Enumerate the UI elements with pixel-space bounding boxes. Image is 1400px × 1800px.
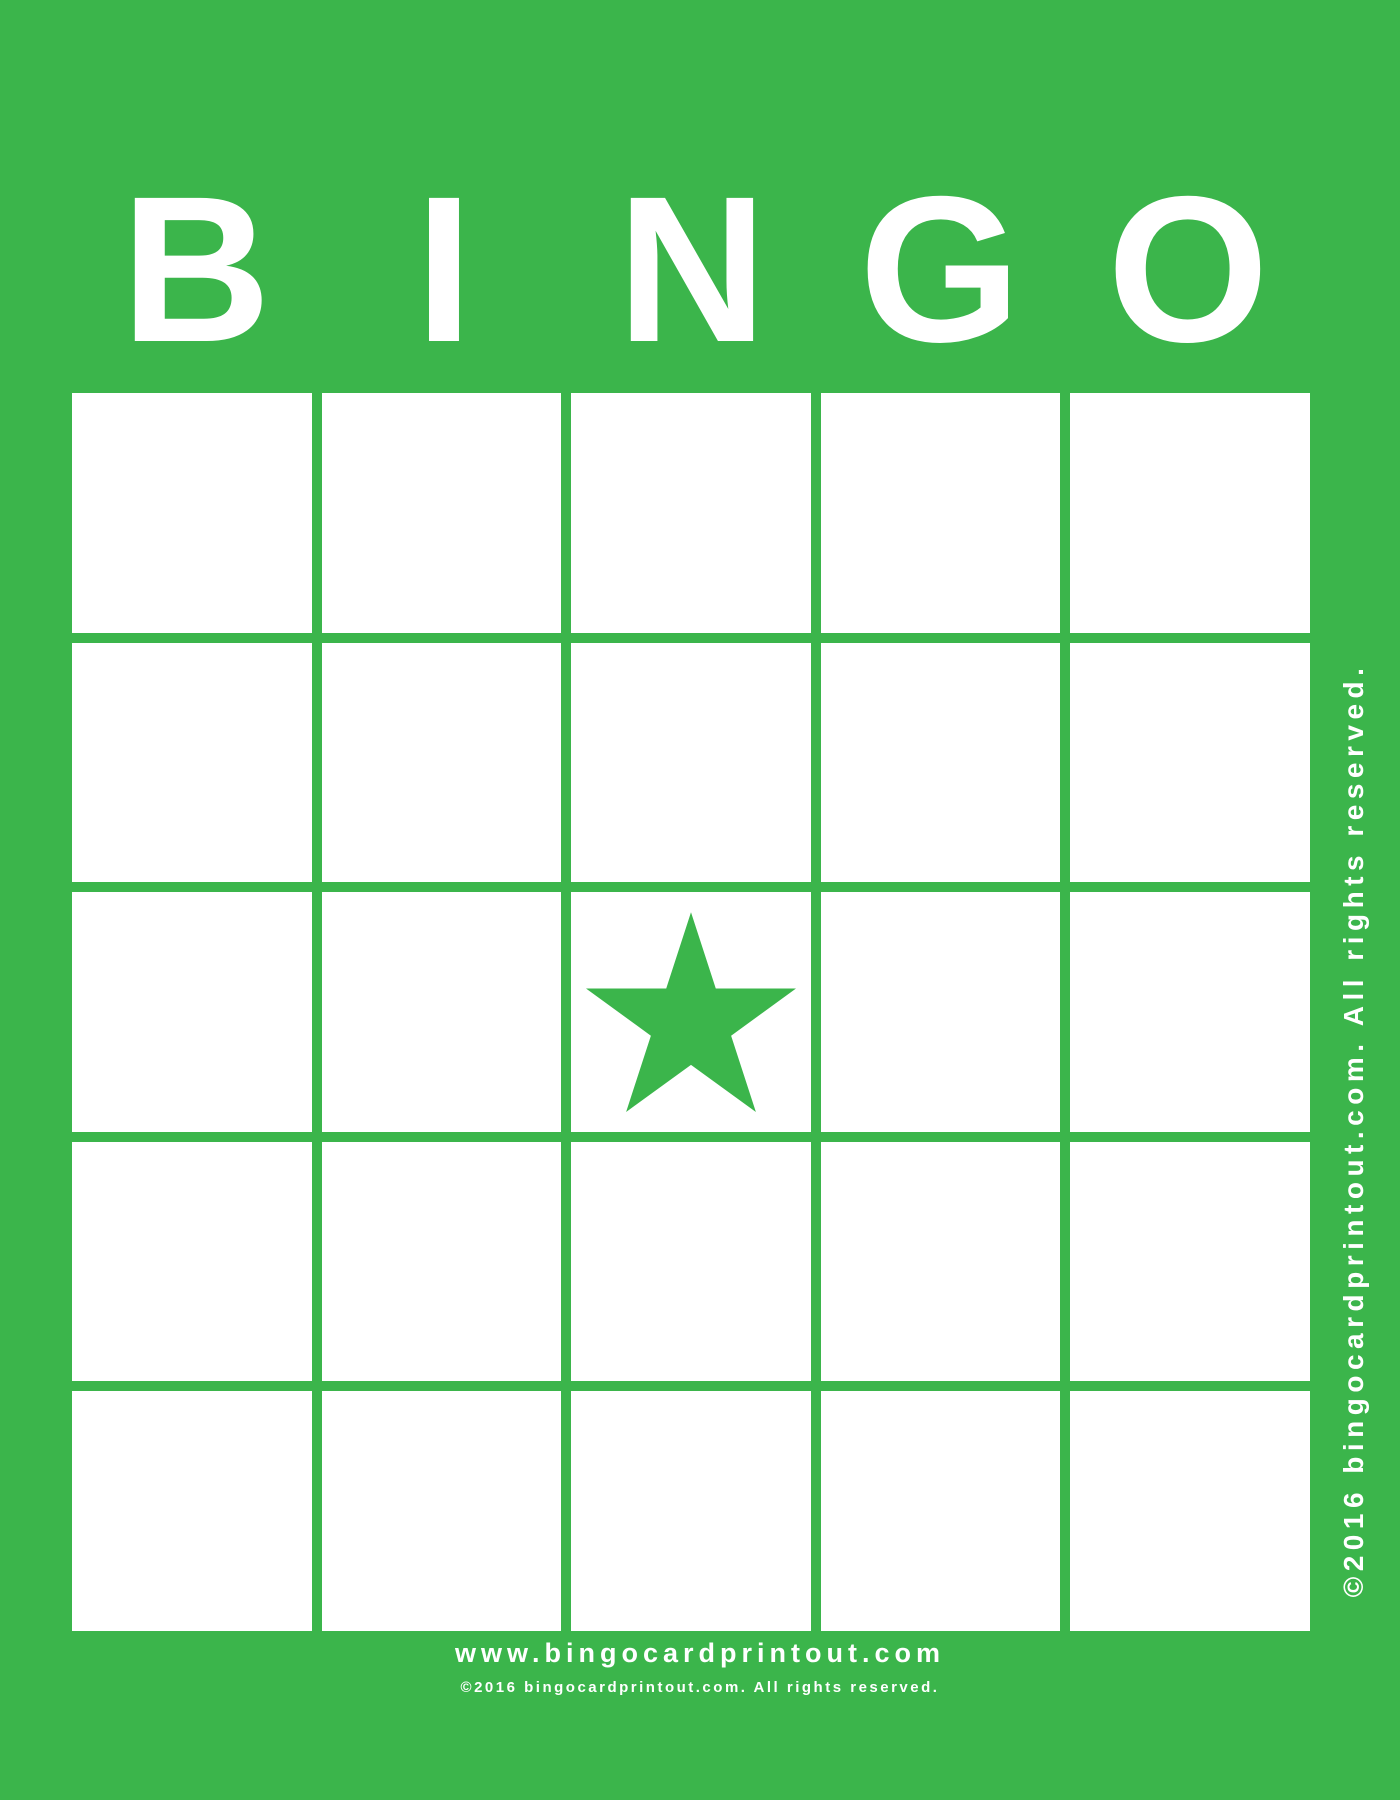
bingo-cell-r2-c3 — [571, 642, 811, 883]
bingo-cell-r5-c3 — [571, 1391, 811, 1631]
bingo-title: B I N G O — [72, 154, 1310, 386]
bingo-cell-r2-c2 — [321, 642, 562, 883]
bingo-cell-r2-c1 — [72, 642, 312, 883]
bingo-grid — [72, 393, 1310, 1631]
footer-url: www.bingocardprintout.com — [455, 1638, 945, 1668]
bingo-cell-r3-c5 — [1070, 892, 1310, 1132]
star-icon — [585, 912, 796, 1112]
bingo-cell-r4-c2 — [321, 1141, 562, 1382]
footer-copyright: ©2016 bingocardprintout.com. All rights … — [460, 1679, 940, 1696]
bingo-cell-free-space — [571, 892, 811, 1132]
bingo-cell-r3-c4 — [820, 892, 1061, 1132]
bingo-cell-r4-c4 — [820, 1141, 1061, 1382]
bingo-cell-r1-c4 — [820, 393, 1061, 633]
bingo-cell-r1-c1 — [72, 393, 312, 633]
side-copyright: ©2016 bingocardprintout.com. All rights … — [1338, 662, 1369, 1598]
title-letter-n: N — [616, 154, 768, 386]
bingo-cell-r4-c3 — [571, 1141, 811, 1382]
bingo-cell-r1-c3 — [571, 393, 811, 633]
bingo-cell-r2-c4 — [820, 642, 1061, 883]
title-letter-b: B — [120, 154, 272, 386]
bingo-cell-r1-c5 — [1070, 393, 1310, 633]
title-letter-g: G — [859, 154, 1021, 386]
bingo-cell-r4-c5 — [1070, 1141, 1310, 1382]
bingo-cell-r3-c2 — [321, 892, 562, 1132]
bingo-cell-r5-c1 — [72, 1391, 312, 1631]
title-letter-o: O — [1107, 154, 1269, 386]
bingo-cell-r2-c5 — [1070, 642, 1310, 883]
bingo-cell-r5-c4 — [820, 1391, 1061, 1631]
bingo-cell-r4-c1 — [72, 1141, 312, 1382]
bingo-cell-r1-c2 — [321, 393, 562, 633]
bingo-cell-r3-c1 — [72, 892, 312, 1132]
bingo-cell-r5-c5 — [1070, 1391, 1310, 1631]
bingo-cell-r5-c2 — [321, 1391, 562, 1631]
title-letter-i: I — [415, 154, 473, 386]
